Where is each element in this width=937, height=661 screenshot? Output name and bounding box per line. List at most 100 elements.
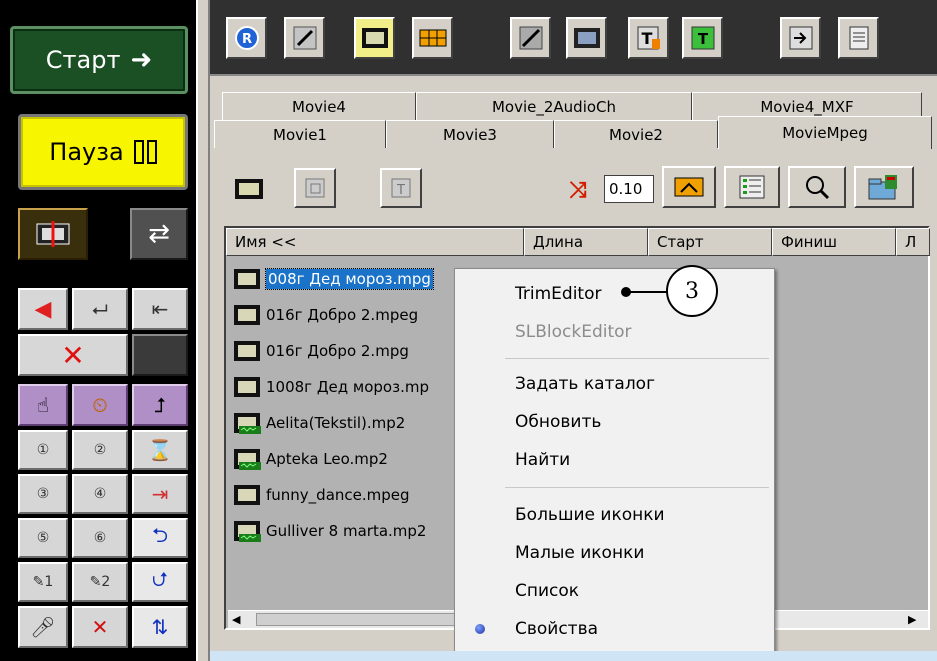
list-item[interactable]: funny_dance.mpeg bbox=[232, 478, 410, 512]
edit-graphics-button[interactable] bbox=[510, 17, 551, 59]
panel-splitter[interactable] bbox=[196, 0, 210, 661]
template-5-button[interactable]: ⑤ bbox=[18, 518, 68, 558]
microphone-icon: 🎤︎ bbox=[30, 615, 56, 639]
column-finish[interactable]: Финиш bbox=[772, 228, 896, 256]
start-label: Старт bbox=[45, 46, 121, 74]
shift-input[interactable]: 0.10 bbox=[604, 175, 654, 203]
title-button[interactable]: T bbox=[628, 17, 669, 59]
copy-button[interactable] bbox=[294, 168, 336, 208]
list-up-button[interactable]: ⮍ bbox=[132, 562, 188, 602]
step-back-icon: ⇤ bbox=[151, 297, 169, 321]
return-button[interactable]: ⮠ bbox=[72, 288, 128, 330]
template-6-button[interactable]: ⑥ bbox=[72, 518, 128, 558]
edit-1-icon: ✎1 bbox=[32, 574, 54, 590]
pause-label: Пауза bbox=[49, 138, 124, 166]
copy-icon bbox=[305, 178, 325, 198]
edit-2-icon: ✎2 bbox=[89, 574, 111, 590]
template-3-button[interactable]: ③ bbox=[18, 474, 68, 514]
text-button[interactable]: T bbox=[380, 168, 422, 208]
folder-tools-icon bbox=[868, 175, 897, 200]
delete-button[interactable]: ✕ bbox=[18, 334, 128, 376]
edit-2-button[interactable]: ✎2 bbox=[72, 562, 128, 602]
empty-button[interactable] bbox=[132, 334, 188, 376]
file-name: Apteka Leo.mp2 bbox=[266, 450, 388, 468]
mic-button[interactable]: 🎤︎ bbox=[18, 606, 68, 648]
tab-movie4[interactable]: Movie4 bbox=[222, 92, 416, 120]
pen-button[interactable] bbox=[284, 17, 325, 59]
list-item[interactable]: Aelita(Tekstil).mp2 bbox=[232, 406, 405, 440]
pause-button[interactable]: Пауза bbox=[18, 114, 188, 190]
microphone-off-icon: ✕ bbox=[91, 615, 109, 639]
list-swap-button[interactable]: ⇅ bbox=[132, 606, 188, 648]
template-2-button[interactable]: ② bbox=[72, 430, 128, 470]
list-item[interactable]: 1008г Дед мороз.mp bbox=[232, 370, 429, 404]
list-item[interactable]: 016г Добро 2.mpg bbox=[232, 334, 409, 368]
callout-line bbox=[628, 291, 670, 293]
tab-movie-2audioch[interactable]: Movie_2AudioCh bbox=[416, 92, 692, 120]
search-button[interactable] bbox=[788, 166, 846, 208]
list-item[interactable]: Apteka Leo.mp2 bbox=[232, 442, 388, 476]
film-icon bbox=[232, 338, 262, 364]
scroll-thumb[interactable] bbox=[256, 613, 476, 626]
register-button[interactable]: R bbox=[226, 17, 267, 59]
template-1-icon: ① bbox=[36, 442, 50, 458]
timer-jump-button[interactable]: ⇥ bbox=[132, 474, 188, 514]
film-icon bbox=[232, 302, 262, 328]
menu-item-refresh[interactable]: Обновить bbox=[457, 403, 772, 441]
video-effects-button[interactable] bbox=[566, 17, 607, 59]
start-button[interactable]: Старт ➜ bbox=[10, 26, 188, 94]
menu-item-small-icons[interactable]: Малые иконки bbox=[457, 534, 772, 572]
clock-button[interactable]: ⏲ bbox=[72, 384, 128, 426]
menu-item-find[interactable]: Найти bbox=[457, 441, 772, 479]
clips-button[interactable] bbox=[354, 17, 395, 59]
menu-item-trim-editor[interactable]: TrimEditor bbox=[457, 275, 772, 313]
hand-button[interactable]: ☝ bbox=[18, 384, 68, 426]
mic-off-button[interactable]: ✕ bbox=[72, 606, 128, 648]
film-audio-icon bbox=[232, 446, 262, 472]
template-3-icon: ③ bbox=[36, 486, 50, 502]
film-cut-icon bbox=[36, 221, 70, 247]
folder-edit-button[interactable] bbox=[854, 166, 914, 208]
clock-icon: ⏲ bbox=[92, 393, 108, 417]
arrow-up-button[interactable]: ⮥ bbox=[132, 384, 188, 426]
document-button[interactable] bbox=[838, 17, 879, 59]
template-6-icon: ⑥ bbox=[93, 530, 107, 546]
menu-item-large-icons[interactable]: Большие иконки bbox=[457, 496, 772, 534]
list-view-button[interactable] bbox=[724, 166, 780, 208]
registered-icon: R bbox=[234, 26, 259, 50]
scroll-left-icon[interactable]: ◀ bbox=[232, 613, 240, 626]
tab-moviempeg[interactable]: MovieMpeg bbox=[718, 116, 932, 149]
list-back-button[interactable]: ⮌ bbox=[132, 518, 188, 558]
template-4-icon: ④ bbox=[93, 486, 107, 502]
swap-button[interactable]: ⇄ bbox=[130, 208, 188, 260]
menu-item-list[interactable]: Список bbox=[457, 572, 772, 610]
export-button[interactable] bbox=[780, 17, 821, 59]
menu-item-properties[interactable]: Свойства bbox=[457, 610, 772, 648]
column-extra[interactable]: Л bbox=[896, 228, 930, 256]
column-length[interactable]: Длина bbox=[524, 228, 648, 256]
list-item[interactable]: 016г Добро 2.mpeg bbox=[232, 298, 418, 332]
column-name[interactable]: Имя << bbox=[226, 228, 524, 256]
playlist-button[interactable] bbox=[412, 17, 453, 59]
file-name: 008г Дед мороз.mpg bbox=[265, 268, 434, 290]
scroll-right-icon[interactable]: ▶ bbox=[908, 613, 916, 626]
edit-1-button[interactable]: ✎1 bbox=[18, 562, 68, 602]
hourglass-button[interactable]: ⌛ bbox=[132, 430, 188, 470]
menu-item-set-catalog[interactable]: Задать каталог bbox=[457, 365, 772, 403]
tab-movie3[interactable]: Movie3 bbox=[386, 120, 554, 148]
back-red-button[interactable]: ◀ bbox=[18, 288, 68, 330]
step-back-button[interactable]: ⇤ bbox=[132, 288, 188, 330]
svg-text:R: R bbox=[241, 32, 251, 47]
film-cut-button[interactable] bbox=[18, 208, 88, 260]
template-1-button[interactable]: ① bbox=[18, 430, 68, 470]
svg-text:T: T bbox=[396, 183, 405, 198]
sync-button[interactable] bbox=[662, 166, 716, 208]
list-item[interactable]: Gulliver 8 marta.mp2 bbox=[232, 514, 426, 548]
tab-movie1[interactable]: Movie1 bbox=[214, 120, 386, 148]
tab-movie2[interactable]: Movie2 bbox=[554, 120, 718, 148]
column-start[interactable]: Старт bbox=[648, 228, 772, 256]
menu-separator bbox=[505, 487, 769, 488]
template-4-button[interactable]: ④ bbox=[72, 474, 128, 514]
list-item[interactable]: 008г Дед мороз.mpg bbox=[232, 262, 434, 296]
title-group-button[interactable]: T bbox=[682, 17, 723, 59]
